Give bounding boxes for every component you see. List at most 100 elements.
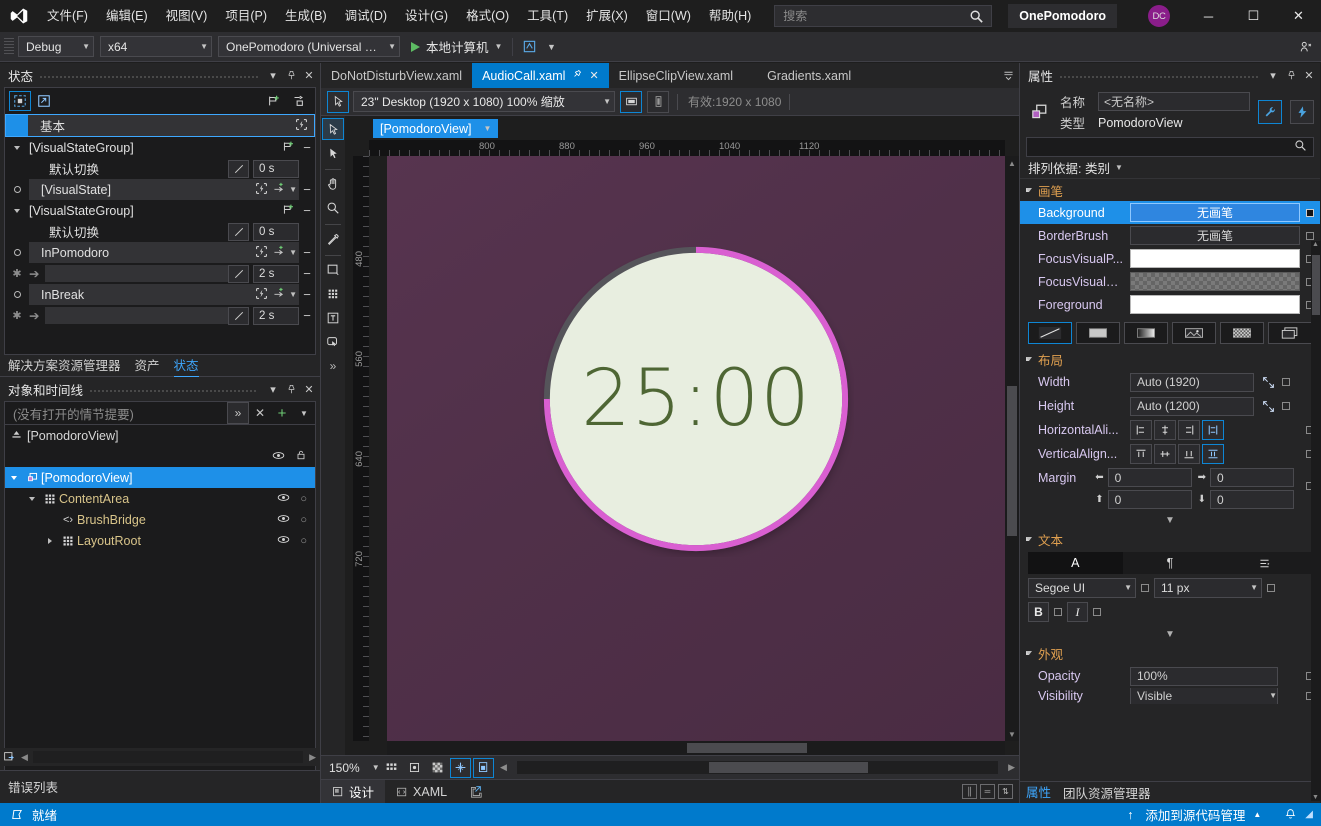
property-value[interactable]: 无画笔: [1130, 203, 1300, 222]
scroll-up-icon[interactable]: ▲: [1312, 241, 1319, 248]
lock-toggle-icon[interactable]: ○: [300, 535, 307, 547]
advanced-options-marker[interactable]: [1306, 231, 1314, 240]
easing-icon[interactable]: [228, 306, 249, 325]
chevron-up-icon[interactable]: ▲: [1253, 810, 1261, 819]
category-layout[interactable]: 布局: [1020, 348, 1320, 370]
property-value[interactable]: 无画笔: [1130, 226, 1300, 245]
properties-search[interactable]: [1026, 137, 1314, 157]
property-row-background[interactable]: Background 无画笔: [1020, 201, 1320, 224]
scroll-left-icon[interactable]: ◀: [18, 752, 31, 763]
snap-to-snaplines-icon[interactable]: [450, 757, 471, 778]
property-row-foreground[interactable]: Foreground: [1020, 293, 1320, 316]
advanced-options-marker[interactable]: [1282, 402, 1290, 410]
state-row-default-transition[interactable]: 默认切换 0 s: [5, 221, 315, 242]
menu-file[interactable]: 文件(F): [38, 4, 97, 28]
expander-icon[interactable]: [5, 475, 23, 480]
state-radio-icon[interactable]: [5, 186, 29, 193]
state-lightning-icon[interactable]: [255, 182, 268, 198]
menu-edit[interactable]: 编辑(E): [97, 4, 157, 28]
eye-icon[interactable]: [277, 533, 290, 549]
auto-size-icon[interactable]: [1260, 374, 1276, 390]
show-grid-icon[interactable]: [381, 758, 402, 778]
pointer-tool-active-icon[interactable]: [327, 90, 349, 113]
zoom-scroll-track[interactable]: [516, 761, 999, 774]
add-transition-icon[interactable]: [272, 182, 285, 198]
direct-selection-tool-icon[interactable]: [322, 142, 344, 164]
scroll-right-icon[interactable]: ▶: [1004, 762, 1019, 773]
storyboard-picker[interactable]: (没有打开的情节提要) » ✕ + ▼: [4, 401, 316, 425]
tree-row-pomodoroview[interactable]: [PomodoroView]: [5, 467, 315, 488]
doc-tab-ellipseclipview[interactable]: EllipseClipView.xaml: [609, 63, 743, 88]
add-state-to-group-icon[interactable]: [282, 140, 299, 156]
layout-expand-icon[interactable]: ▼: [1020, 512, 1320, 528]
add-state-group-icon[interactable]: [263, 91, 285, 111]
panel-drag-dots[interactable]: [39, 63, 258, 87]
property-row-opacity[interactable]: Opacity 100%: [1020, 664, 1320, 688]
property-row-borderbrush[interactable]: BorderBrush 无画笔: [1020, 224, 1320, 247]
panel-menu-icon[interactable]: ▾: [1264, 65, 1282, 85]
project-chip[interactable]: OnePomodoro: [1008, 4, 1118, 28]
state-lightning-icon[interactable]: [255, 287, 268, 303]
panel-menu-icon[interactable]: ▾: [264, 65, 282, 85]
tree-row-contentarea[interactable]: ContentArea ○: [5, 488, 315, 509]
category-text[interactable]: 文本: [1020, 528, 1320, 550]
margin-right-input[interactable]: 0: [1210, 468, 1294, 487]
align-stretch-icon[interactable]: [1202, 420, 1224, 440]
tab-team-explorer[interactable]: 团队资源管理器: [1063, 783, 1151, 802]
margin-bottom-input[interactable]: 0: [1210, 490, 1294, 509]
configuration-combo[interactable]: Debug ▼: [18, 36, 94, 57]
pan-hand-tool-icon[interactable]: [322, 173, 344, 195]
pin-icon[interactable]: [282, 65, 300, 85]
state-lightning-icon[interactable]: [255, 245, 268, 261]
easing-icon[interactable]: [228, 159, 249, 178]
sort-by-row[interactable]: 排列依据: 类别 ▼: [1020, 157, 1320, 179]
font-family-combo[interactable]: Segoe UI ▼: [1028, 578, 1136, 598]
align-vstretch-icon[interactable]: [1202, 444, 1224, 464]
height-input[interactable]: Auto (1200): [1130, 396, 1254, 416]
font-size-combo[interactable]: 11 px ▼: [1154, 578, 1262, 598]
scroll-left-icon[interactable]: ◀: [496, 762, 511, 773]
source-control-label[interactable]: 添加到源代码管理: [1145, 805, 1245, 824]
show-states-icon[interactable]: [9, 91, 31, 111]
more-tools-icon[interactable]: »: [322, 355, 344, 377]
menu-format[interactable]: 格式(O): [457, 4, 518, 28]
no-brush-icon[interactable]: [1028, 322, 1072, 344]
close-icon[interactable]: ✕: [1300, 65, 1318, 85]
remove-state-button[interactable]: −: [299, 245, 315, 260]
menu-extensions[interactable]: 扩展(X): [577, 4, 637, 28]
events-tab-icon[interactable]: [1290, 100, 1314, 124]
remove-transition-button[interactable]: −: [299, 266, 315, 281]
close-tab-icon[interactable]: ✕: [589, 69, 598, 82]
eye-icon[interactable]: [277, 491, 290, 507]
align-middle-icon[interactable]: [1154, 444, 1176, 464]
toolbar-grip[interactable]: [4, 37, 14, 56]
add-state-icon[interactable]: [287, 91, 309, 111]
grid-panel-tool-icon[interactable]: [322, 283, 344, 305]
state-lightning-icon[interactable]: [295, 118, 314, 134]
expander-icon[interactable]: [41, 537, 59, 544]
add-transition-icon[interactable]: [272, 245, 285, 261]
doc-tab-gradients[interactable]: Gradients.xaml: [757, 63, 861, 88]
state-row-group[interactable]: [VisualStateGroup] −: [5, 200, 315, 221]
horizontal-scroll-thumb[interactable]: [687, 743, 807, 753]
properties-tab-icon[interactable]: [1258, 100, 1282, 124]
state-row-base[interactable]: 基本: [5, 114, 315, 137]
property-row-focusvisualprimary[interactable]: FocusVisualP...: [1020, 247, 1320, 270]
startup-project-combo[interactable]: OnePomodoro (Universal Wind ▼: [218, 36, 400, 57]
zoom-level-combo[interactable]: 150% ▼: [325, 758, 381, 777]
pin-icon[interactable]: [1282, 65, 1300, 85]
global-search[interactable]: [774, 5, 993, 27]
tree-row-brushbridge[interactable]: <› BrushBridge ○: [5, 509, 315, 530]
tab-design[interactable]: 设计: [321, 779, 386, 804]
menu-project[interactable]: 项目(P): [216, 4, 276, 28]
solid-brush-icon[interactable]: [1076, 322, 1120, 344]
state-row-inbreak[interactable]: InBreak ▼ −: [5, 284, 315, 305]
close-icon[interactable]: ✕: [300, 65, 318, 85]
canvas-vertical-scrollbar[interactable]: ▲ ▼: [1005, 156, 1019, 741]
margin-left-input[interactable]: 0: [1107, 468, 1192, 487]
state-row-group[interactable]: [VisualStateGroup] −: [5, 137, 315, 158]
swap-panes-icon[interactable]: ⇅: [998, 784, 1013, 799]
add-state-to-group-icon[interactable]: [282, 203, 299, 219]
state-row-inpomodoro[interactable]: InPomodoro ▼ −: [5, 242, 315, 263]
advanced-options-marker[interactable]: [1054, 608, 1062, 616]
